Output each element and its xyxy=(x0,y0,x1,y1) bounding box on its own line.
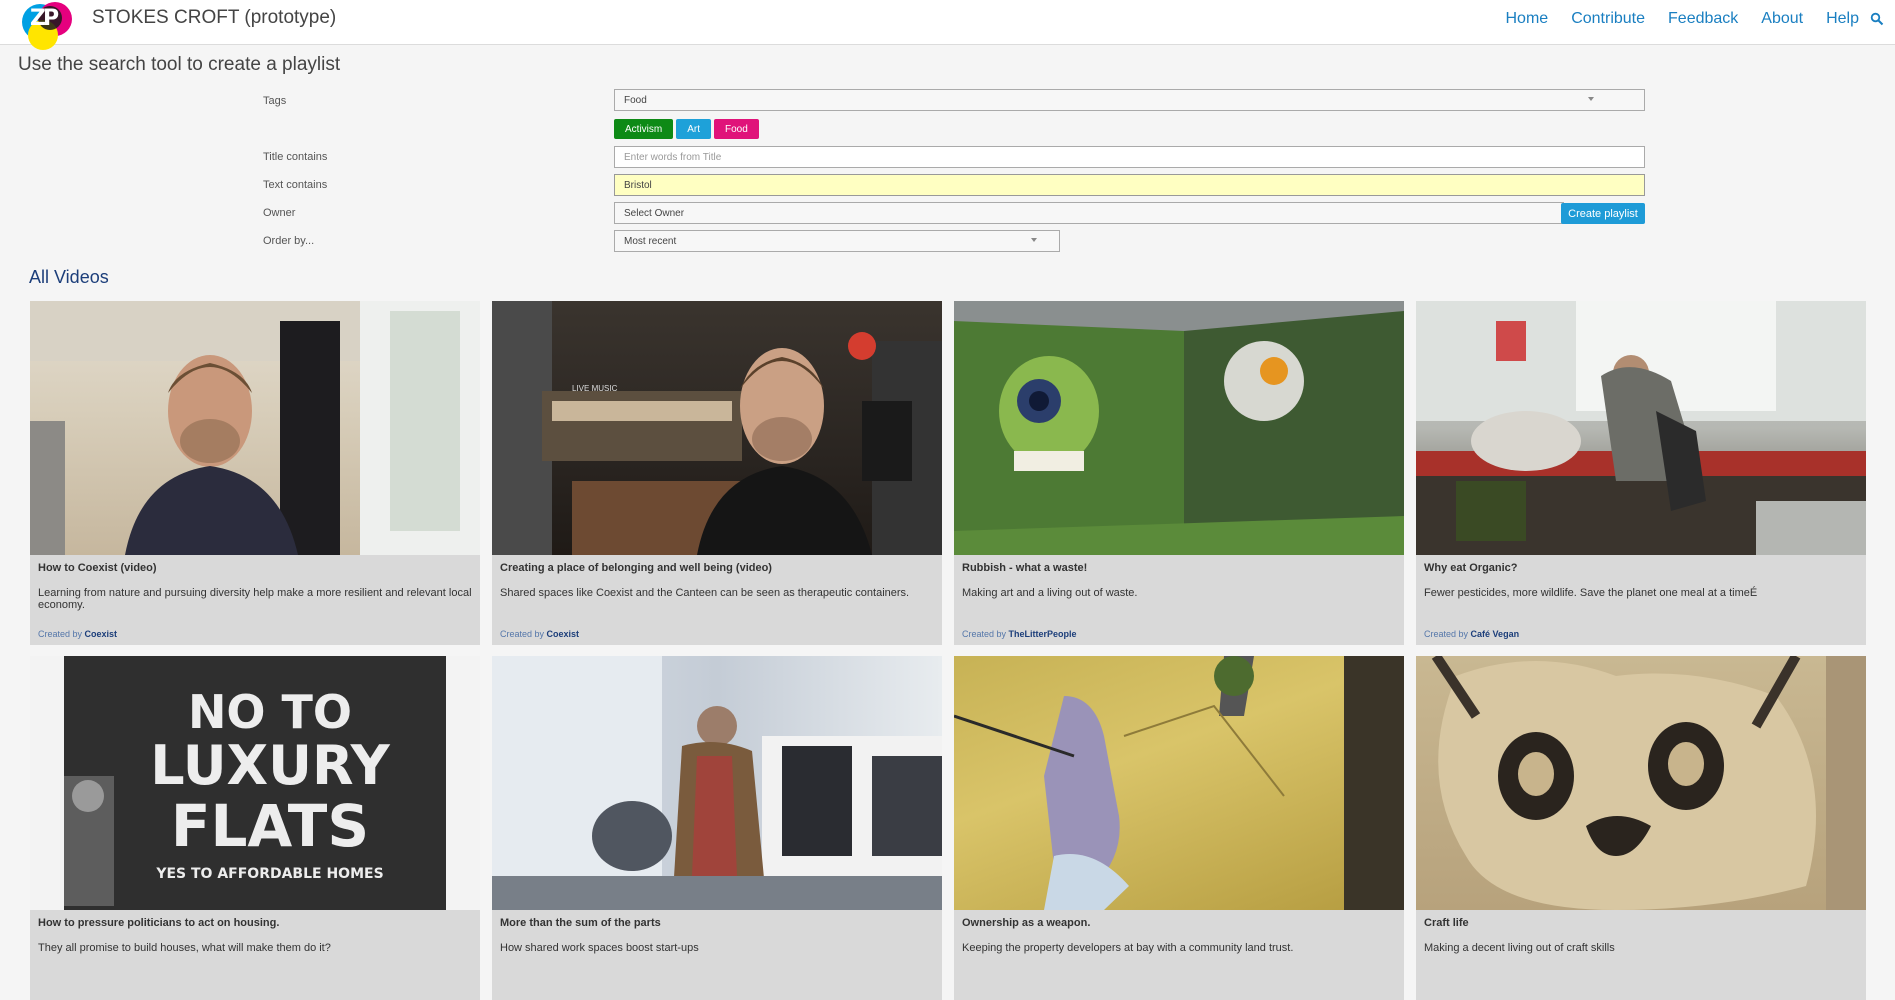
video-card[interactable]: NO TO LUXURY FLATS YES TO AFFORDABLE HOM… xyxy=(30,656,480,1000)
tag-chips: Activism Art Food xyxy=(614,119,762,139)
owner-label: Owner xyxy=(263,207,296,219)
top-navbar: ZP STOKES CROFT (prototype) Home Contrib… xyxy=(0,0,1895,50)
video-title[interactable]: Craft life xyxy=(1424,917,1858,929)
all-videos-heading: All Videos xyxy=(29,267,109,287)
video-description: They all promise to build houses, what w… xyxy=(38,942,331,954)
video-thumbnail[interactable] xyxy=(30,301,480,555)
video-owner: Created by Coexist xyxy=(500,629,580,639)
title-contains-label: Title contains xyxy=(263,151,328,163)
video-card-body: How to pressure politicians to act on ho… xyxy=(30,910,480,1000)
owner-link[interactable]: Café Vegan xyxy=(1471,629,1520,639)
page-heading: Use the search tool to create a playlist xyxy=(18,54,341,75)
nav-feedback[interactable]: Feedback xyxy=(1668,10,1738,28)
video-card[interactable]: Craft life Making a decent living out of… xyxy=(1416,656,1866,1000)
video-card[interactable]: Ownership as a weapon. Keeping the prope… xyxy=(954,656,1404,1000)
order-by-value: Most recent xyxy=(624,235,677,247)
video-description: Keeping the property developers at bay w… xyxy=(962,942,1294,954)
order-by-select[interactable]: Most recent xyxy=(614,230,1060,252)
video-description: Shared spaces like Coexist and the Cante… xyxy=(500,587,910,599)
video-card-body: Creating a place of belonging and well b… xyxy=(492,555,942,645)
video-owner: Created by Café Vegan xyxy=(1424,629,1520,639)
video-card-body: Craft life Making a decent living out of… xyxy=(1416,910,1866,1000)
video-title[interactable]: How to Coexist (video) xyxy=(38,562,472,574)
video-description: How shared work spaces boost start-ups xyxy=(500,942,699,954)
video-owner: Created by TheLitterPeople xyxy=(962,629,1077,639)
nav-help[interactable]: Help xyxy=(1826,10,1859,28)
text-contains-input[interactable] xyxy=(624,179,1635,191)
video-thumbnail[interactable] xyxy=(954,301,1404,555)
order-by-label: Order by... xyxy=(263,235,315,247)
video-description: Learning from nature and pursuing divers… xyxy=(38,587,472,611)
poster-line-3: FLATS xyxy=(171,792,369,860)
title-contains-input[interactable] xyxy=(624,151,1635,163)
search-icon[interactable] xyxy=(1870,12,1884,26)
logo-letters: ZP xyxy=(30,6,59,31)
video-thumbnail[interactable]: LIVE MUSIC xyxy=(492,301,942,555)
video-card[interactable]: LIVE MUSIC Creating a place of belonging… xyxy=(492,301,942,645)
tag-chip-art[interactable]: Art xyxy=(676,119,712,139)
video-description: Making a decent living out of craft skil… xyxy=(1424,942,1615,954)
video-thumbnail[interactable] xyxy=(492,656,942,910)
site-logo-icon[interactable]: ZP xyxy=(16,0,74,50)
tags-select-value: Food xyxy=(624,94,647,106)
main-nav: Home Contribute Feedback About Help xyxy=(1483,0,1860,38)
owner-select[interactable]: Select Owner xyxy=(614,202,1564,224)
video-title[interactable]: More than the sum of the parts xyxy=(500,917,934,929)
chevron-down-icon xyxy=(1031,238,1037,242)
owner-link[interactable]: TheLitterPeople xyxy=(1009,629,1077,639)
tag-chip-activism[interactable]: Activism xyxy=(614,119,674,139)
brand[interactable]: ZP STOKES CROFT (prototype) xyxy=(16,0,336,50)
site-title[interactable]: STOKES CROFT (prototype) xyxy=(92,7,336,29)
video-card-body: How to Coexist (video) Learning from nat… xyxy=(30,555,480,645)
video-description: Making art and a living out of waste. xyxy=(962,587,1138,599)
video-title[interactable]: Rubbish - what a waste! xyxy=(962,562,1396,574)
video-card-body: More than the sum of the parts How share… xyxy=(492,910,942,1000)
video-card-body: Ownership as a weapon. Keeping the prope… xyxy=(954,910,1404,1000)
video-card-body: Why eat Organic? Fewer pesticides, more … xyxy=(1416,555,1866,645)
tags-select[interactable]: Food xyxy=(614,89,1645,111)
video-thumbnail[interactable]: NO TO LUXURY FLATS YES TO AFFORDABLE HOM… xyxy=(30,656,480,910)
chevron-down-icon xyxy=(1588,97,1594,101)
title-contains-field[interactable] xyxy=(614,146,1645,168)
nav-about[interactable]: About xyxy=(1761,10,1803,28)
video-card[interactable]: Why eat Organic? Fewer pesticides, more … xyxy=(1416,301,1866,645)
video-title[interactable]: Creating a place of belonging and well b… xyxy=(500,562,934,574)
owner-link[interactable]: Coexist xyxy=(547,629,580,639)
video-owner: Created by Coexist xyxy=(38,629,118,639)
poster-line-2: LUXURY xyxy=(150,734,390,797)
cafe-sign-text: LIVE MUSIC xyxy=(572,384,618,393)
video-card[interactable]: How to Coexist (video) Learning from nat… xyxy=(30,301,480,645)
video-thumbnail[interactable] xyxy=(1416,656,1866,910)
video-card-body: Rubbish - what a waste! Making art and a… xyxy=(954,555,1404,645)
video-thumbnail[interactable] xyxy=(1416,301,1866,555)
poster-line-4: YES TO AFFORDABLE HOMES xyxy=(155,866,383,882)
video-card[interactable]: Rubbish - what a waste! Making art and a… xyxy=(954,301,1404,645)
video-title[interactable]: Ownership as a weapon. xyxy=(962,917,1396,929)
owner-select-value: Select Owner xyxy=(624,207,685,219)
poster-line-1: NO TO xyxy=(188,685,352,739)
video-title[interactable]: Why eat Organic? xyxy=(1424,562,1858,574)
video-title[interactable]: How to pressure politicians to act on ho… xyxy=(38,917,472,929)
nav-home[interactable]: Home xyxy=(1506,10,1549,28)
video-description: Fewer pesticides, more wildlife. Save th… xyxy=(1424,587,1758,599)
text-contains-field[interactable] xyxy=(614,174,1645,196)
owner-link[interactable]: Coexist xyxy=(85,629,118,639)
tag-chip-food[interactable]: Food xyxy=(714,119,759,139)
nav-contribute[interactable]: Contribute xyxy=(1571,10,1645,28)
video-card[interactable]: More than the sum of the parts How share… xyxy=(492,656,942,1000)
tags-label: Tags xyxy=(263,95,287,107)
video-thumbnail[interactable] xyxy=(954,656,1404,910)
text-contains-label: Text contains xyxy=(263,179,328,191)
create-playlist-button[interactable]: Create playlist xyxy=(1561,203,1645,224)
